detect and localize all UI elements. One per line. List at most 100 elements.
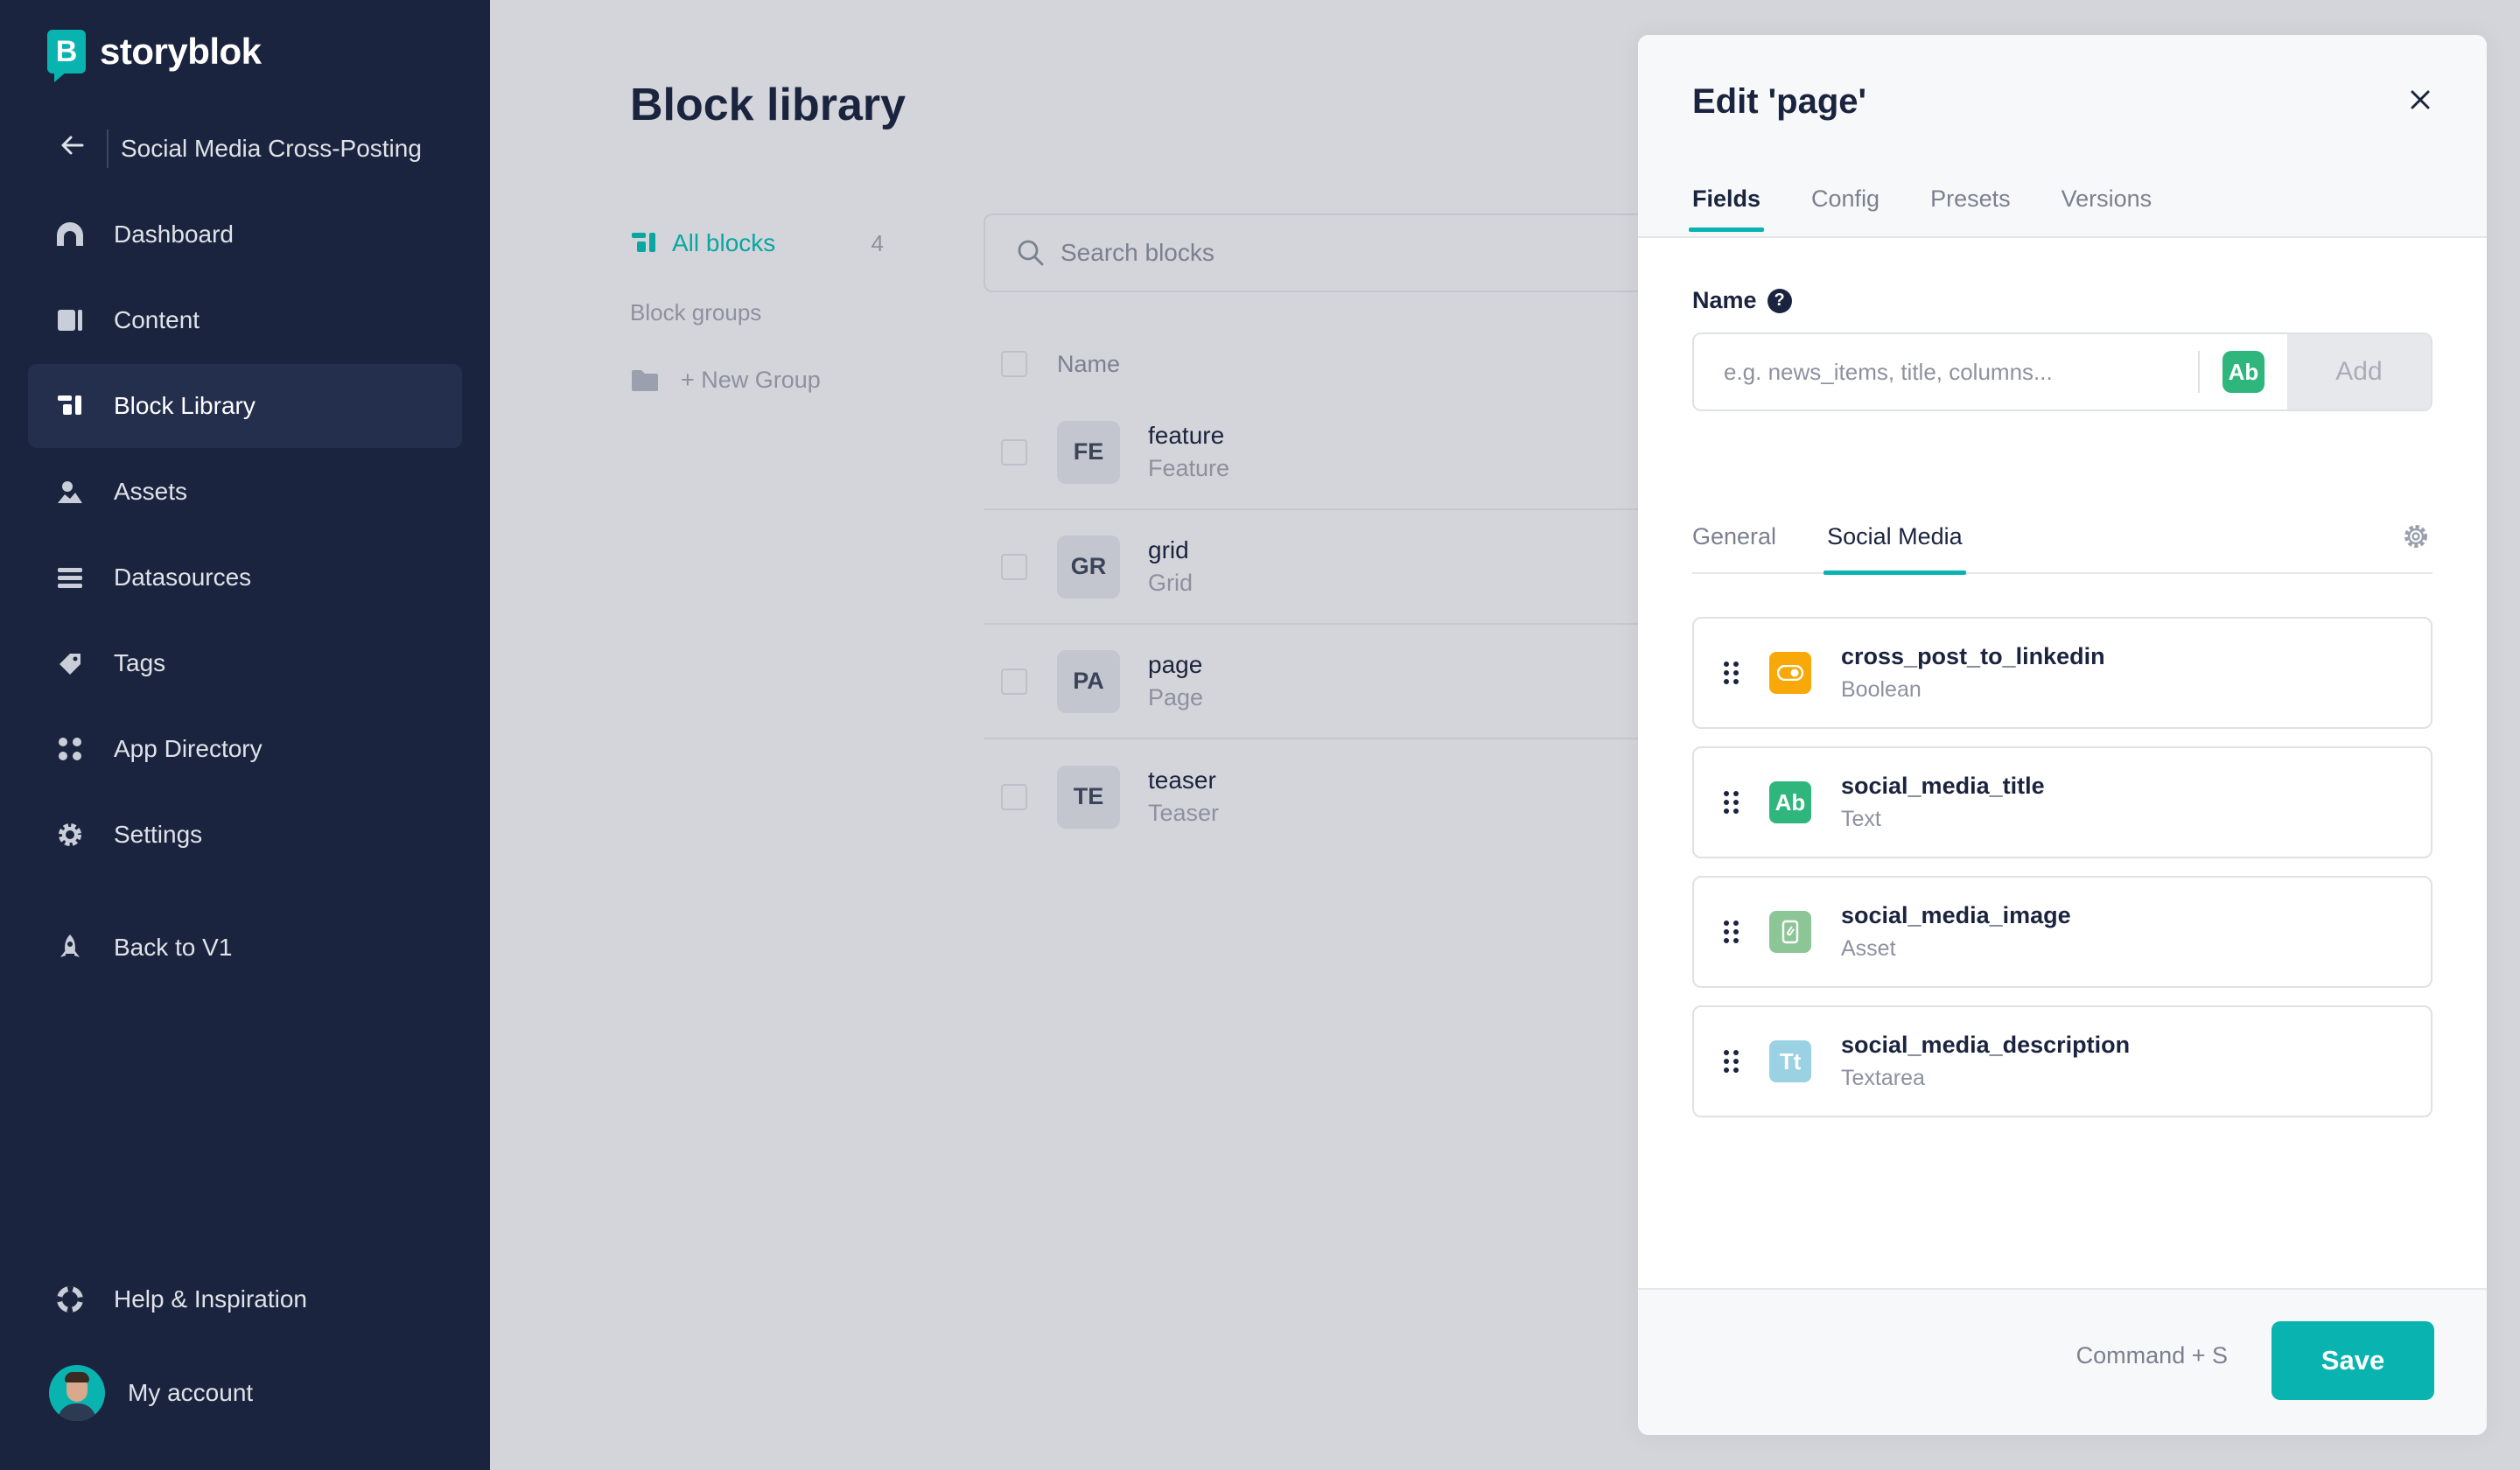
content-icon	[54, 304, 86, 336]
block-technical-name: feature	[1148, 422, 1225, 449]
drawer-title: Edit 'page'	[1692, 82, 1867, 121]
field-group-tabs: General Social Media	[1692, 522, 2432, 575]
block-groups-heading: Block groups	[630, 299, 762, 326]
field-name-input[interactable]: e.g. news_items, title, columns... Ab Ad…	[1692, 332, 2432, 411]
new-group-button[interactable]: + New Group	[630, 367, 884, 394]
column-name-header[interactable]: Name	[1057, 351, 1120, 378]
search-placeholder: Search blocks	[1060, 239, 1214, 266]
field-type: Asset	[1841, 936, 1896, 961]
add-field-button[interactable]: Add	[2287, 334, 2431, 410]
drawer-tabs: Fields Config Presets Versions	[1688, 186, 2202, 232]
search-icon	[1018, 240, 1044, 266]
row-checkbox[interactable]	[1001, 783, 1027, 810]
block-badge: TE	[1057, 765, 1120, 829]
close-button[interactable]	[2404, 84, 2436, 116]
table-row[interactable]: TE teaser Teaser	[984, 739, 1648, 854]
sidebar-item-label: Back to V1	[114, 934, 233, 961]
drag-handle-icon[interactable]	[1724, 920, 1741, 943]
sidebar-item-content[interactable]: Content	[28, 278, 462, 362]
table-header: Name	[984, 332, 1648, 396]
field-item[interactable]: Tt social_media_description Textarea	[1692, 1005, 2432, 1117]
block-display-name: Page	[1148, 684, 1204, 710]
field-list: cross_post_to_linkedin Boolean Ab social…	[1692, 617, 2432, 1135]
my-account[interactable]: My account	[49, 1365, 253, 1421]
app-directory-icon	[54, 733, 86, 765]
drawer-footer: Command + S Save	[1638, 1288, 2487, 1435]
tab-presets[interactable]: Presets	[1930, 186, 2011, 230]
tab-config[interactable]: Config	[1811, 186, 1880, 230]
drag-handle-icon[interactable]	[1724, 1050, 1741, 1073]
field-type: Boolean	[1841, 677, 1922, 702]
drag-handle-icon[interactable]	[1724, 662, 1741, 684]
block-display-name: Teaser	[1148, 800, 1220, 826]
tab-fields[interactable]: Fields	[1688, 186, 1765, 232]
page-title: Block library	[630, 80, 906, 130]
tags-icon	[54, 648, 86, 679]
drag-handle-icon[interactable]	[1724, 791, 1741, 814]
sidebar-item-dashboard[interactable]: Dashboard	[28, 192, 462, 276]
row-checkbox[interactable]	[1001, 438, 1027, 466]
search-input[interactable]: Search blocks	[984, 214, 1648, 292]
save-shortcut-hint: Command + S	[2076, 1342, 2228, 1368]
avatar	[49, 1365, 105, 1421]
sidebar-item-back-to-v1[interactable]: Back to V1	[28, 906, 462, 990]
subtab-social-media[interactable]: Social Media	[1824, 522, 1966, 575]
tab-settings-button[interactable]	[2401, 522, 2432, 553]
back-arrow-icon[interactable]	[60, 132, 94, 166]
block-badge: FE	[1057, 420, 1120, 484]
filter-all-blocks[interactable]: All blocks 4	[630, 224, 884, 262]
new-group-label: + New Group	[681, 367, 821, 393]
sidebar-item-label: Block Library	[114, 392, 256, 419]
block-library-icon	[632, 233, 655, 252]
table-row[interactable]: GR grid Grid	[984, 510, 1648, 625]
text-icon: Ab	[1769, 781, 1811, 823]
settings-icon	[54, 819, 86, 850]
sidebar-item-assets[interactable]: Assets	[28, 450, 462, 534]
sidebar-item-label: Settings	[114, 821, 203, 848]
drawer-header: Edit 'page' Fields Config Presets Versio…	[1638, 35, 2487, 238]
field-name: social_media_image	[1841, 902, 2071, 928]
field-item[interactable]: cross_post_to_linkedin Boolean	[1692, 617, 2432, 729]
sidebar-item-help[interactable]: Help & Inspiration	[28, 1257, 462, 1341]
storyblok-logo[interactable]: B storyblok	[47, 30, 262, 82]
sidebar-nav: Dashboard Content Block Library Assets D…	[28, 192, 462, 878]
textarea-icon: Tt	[1769, 1040, 1811, 1082]
boolean-toggle-icon	[1769, 652, 1811, 694]
asset-icon	[1769, 911, 1811, 953]
table-row[interactable]: PA page Page	[984, 625, 1648, 739]
field-name: cross_post_to_linkedin	[1841, 643, 2105, 669]
sidebar-item-label: Datasources	[114, 564, 252, 591]
space-name[interactable]: Social Media Cross-Posting	[121, 135, 422, 163]
tab-versions[interactable]: Versions	[2062, 186, 2152, 230]
field-name: social_media_description	[1841, 1032, 2131, 1058]
table-row[interactable]: FE feature Feature	[984, 396, 1648, 510]
sidebar-item-block-library[interactable]: Block Library	[28, 364, 462, 448]
sidebar-item-tags[interactable]: Tags	[28, 621, 462, 705]
field-type-selector[interactable]: Ab	[2222, 351, 2264, 393]
select-all-checkbox[interactable]	[1001, 351, 1027, 377]
blocks-table: Name FE feature Feature GR grid Grid PA …	[984, 332, 1648, 854]
subtab-general[interactable]: General	[1692, 522, 1776, 572]
sidebar-item-datasources[interactable]: Datasources	[28, 536, 462, 620]
input-divider	[2198, 351, 2200, 393]
sidebar-item-label: Dashboard	[114, 220, 234, 248]
space-divider	[107, 130, 108, 168]
sidebar-item-label: App Directory	[114, 735, 262, 762]
row-checkbox[interactable]	[1001, 668, 1027, 695]
field-item[interactable]: social_media_image Asset	[1692, 876, 2432, 988]
help-icon[interactable]: ?	[1767, 288, 1792, 313]
assets-icon	[54, 476, 86, 508]
save-button[interactable]: Save	[2272, 1321, 2434, 1400]
sidebar-item-settings[interactable]: Settings	[28, 793, 462, 877]
field-item[interactable]: Ab social_media_title Text	[1692, 746, 2432, 858]
block-badge: PA	[1057, 649, 1120, 713]
sidebar-item-label: Help & Inspiration	[114, 1285, 308, 1312]
sidebar-item-app-directory[interactable]: App Directory	[28, 707, 462, 791]
row-checkbox[interactable]	[1001, 553, 1027, 580]
block-technical-name: page	[1148, 651, 1203, 678]
filter-all-label: All blocks	[672, 229, 776, 256]
close-icon	[2411, 90, 2430, 109]
block-display-name: Grid	[1148, 570, 1194, 596]
filter-all-count: 4	[871, 229, 884, 256]
folder-icon	[632, 369, 658, 391]
